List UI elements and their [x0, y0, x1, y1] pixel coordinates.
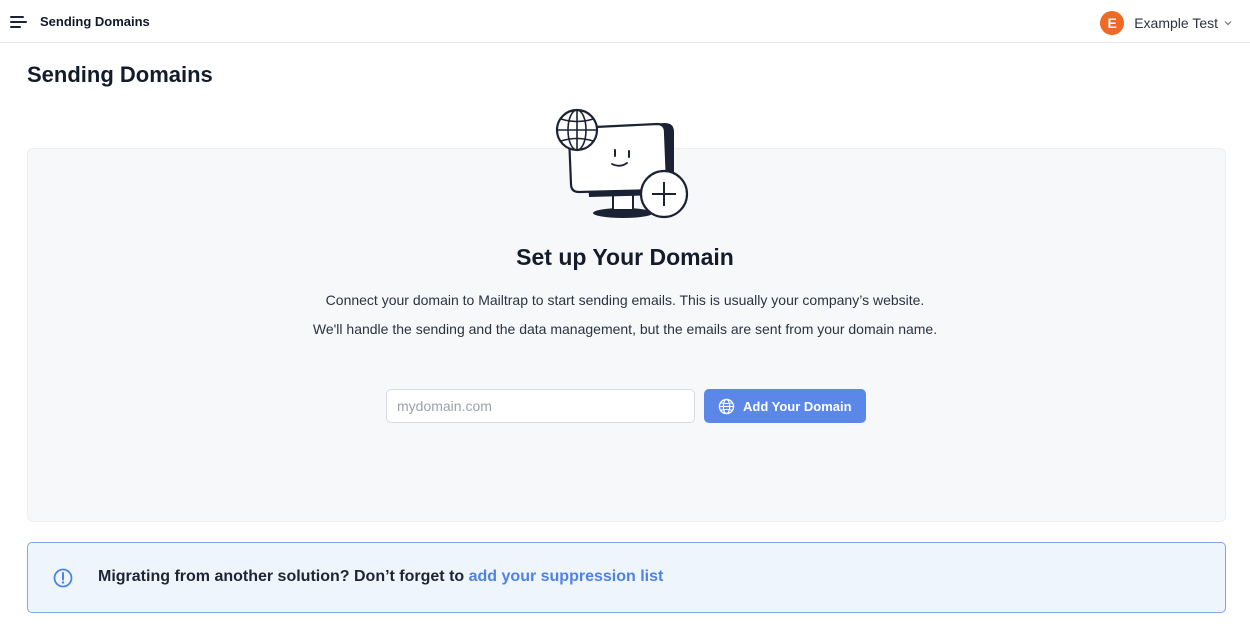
- topbar-title: Sending Domains: [40, 14, 150, 29]
- avatar: E: [1100, 11, 1125, 35]
- add-domain-button[interactable]: Add Your Domain: [704, 389, 866, 423]
- user-name: Example Test: [1134, 15, 1218, 31]
- notice-message: Migrating from another solution? Don’t f…: [98, 568, 469, 585]
- monitor-globe-plus-illustration: [555, 108, 689, 219]
- hamburger-menu-icon[interactable]: [10, 14, 28, 30]
- domain-input[interactable]: [386, 389, 695, 423]
- setup-description-line2: We'll handle the sending and the data ma…: [312, 321, 938, 337]
- notice-text: Migrating from another solution? Don’t f…: [98, 568, 663, 586]
- add-domain-button-label: Add Your Domain: [743, 398, 852, 414]
- info-circle-icon: [53, 568, 73, 588]
- suppression-notice: Migrating from another solution? Don’t f…: [27, 542, 1226, 613]
- setup-title: Set up Your Domain: [516, 244, 734, 270]
- chevron-down-icon: [1224, 21, 1232, 26]
- top-bar: Sending Domains E Example Test: [0, 0, 1250, 43]
- page-title: Sending Domains: [27, 62, 213, 87]
- globe-icon: [718, 398, 735, 414]
- setup-description-line1: Connect your domain to Mailtrap to start…: [325, 292, 925, 308]
- suppression-list-link[interactable]: add your suppression list: [469, 568, 664, 585]
- user-menu[interactable]: E Example Test: [1100, 11, 1232, 35]
